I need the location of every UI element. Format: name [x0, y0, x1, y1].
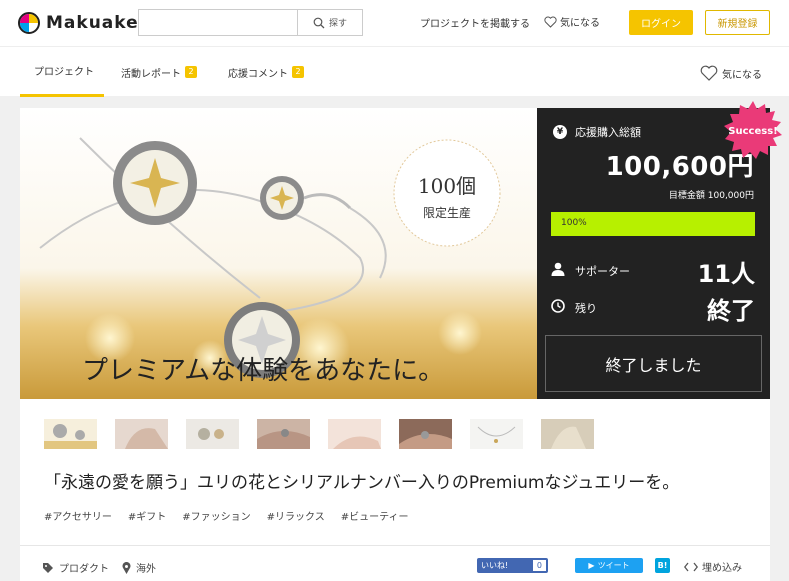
tag-link[interactable]: #アクセサリー — [44, 508, 112, 523]
thumbnail[interactable] — [328, 419, 381, 449]
header-favorites-link[interactable]: 気になる — [544, 14, 600, 29]
heart-icon — [700, 65, 718, 81]
tabs-favorite-label: 気になる — [722, 69, 762, 81]
logo-mark-icon — [18, 12, 40, 34]
remaining-label: 残り — [575, 302, 597, 315]
progress-bar: 100% — [551, 212, 755, 236]
tweet-label: ツイート — [597, 561, 630, 570]
project-tabs: プロジェクト 活動レポート 2 応援コメント 2 気になる — [0, 46, 789, 97]
thumbnail[interactable] — [44, 419, 97, 449]
tab-activity-report[interactable]: 活動レポート 2 — [121, 47, 197, 97]
hero-jewelry-image: 100個 限定生産 プレミアムな体験をあなたに。 — [20, 108, 537, 399]
fb-like-count: 0 — [532, 560, 546, 571]
heart-icon — [544, 15, 557, 28]
fb-like-label: いいね! — [481, 561, 509, 570]
thumbnail[interactable] — [470, 419, 523, 449]
divider — [20, 545, 770, 546]
hero-image[interactable]: 100個 限定生産 プレミアムな体験をあなたに。 — [20, 108, 537, 399]
site-header: Makuake 探す プロジェクトを掲載する 気になる ログイン 新規登録 — [0, 0, 789, 46]
header-favorites-label: 気になる — [560, 18, 600, 29]
tag-list: #アクセサリー #ギフト #ファッション #リラックス #ビューティー — [44, 508, 425, 523]
hatena-bookmark-button[interactable]: B! — [655, 558, 670, 573]
location-pin-icon — [122, 561, 131, 574]
tag-link[interactable]: #ファッション — [182, 508, 250, 523]
embed-link[interactable]: 埋め込み — [684, 559, 742, 574]
supporters-value: 11人 — [697, 260, 755, 288]
badge-number: 100個 — [418, 174, 476, 198]
search-input[interactable] — [139, 10, 297, 35]
category-label: プロダクト — [59, 564, 109, 575]
remaining-value: 終了 — [707, 297, 755, 325]
supporters-label: サポーター — [575, 265, 630, 278]
post-project-link[interactable]: プロジェクトを掲載する — [420, 15, 530, 30]
twitter-bird-icon: ▶ — [588, 561, 595, 570]
search-button[interactable]: 探す — [297, 10, 362, 35]
tab-count-badge: 2 — [292, 66, 304, 78]
project-ended-button[interactable]: 終了しました — [545, 335, 762, 392]
success-badge-text: Success! — [728, 126, 777, 137]
location-label: 海外 — [136, 564, 156, 575]
logo-text: Makuake — [46, 13, 139, 33]
tag-icon — [43, 562, 53, 573]
badge-text: 限定生産 — [423, 205, 471, 220]
thumbnail-strip — [44, 419, 604, 449]
code-icon — [684, 562, 698, 571]
remaining-row: 残り 終了 — [551, 291, 755, 325]
thumbnail[interactable] — [541, 419, 594, 449]
category-link[interactable]: プロダクト — [42, 560, 109, 575]
thumbnail[interactable] — [186, 419, 239, 449]
search-box: 探す — [138, 9, 363, 36]
thumbnail[interactable] — [115, 419, 168, 449]
thumbnail[interactable] — [399, 419, 452, 449]
tab-project[interactable]: プロジェクト — [20, 47, 104, 97]
project-main: 100個 限定生産 プレミアムな体験をあなたに。 ¥ 応援購入総額 100,60… — [20, 101, 782, 581]
tag-link[interactable]: #ビューティー — [341, 508, 409, 523]
project-title: 「永遠の愛を願う」ユリの花とシリアルナンバー入りのPremiumなジュエリーを。 — [44, 473, 680, 493]
person-icon — [551, 262, 565, 276]
login-button[interactable]: ログイン — [629, 10, 693, 35]
thumbnail[interactable] — [257, 419, 310, 449]
tab-count-badge: 2 — [185, 66, 197, 78]
tag-link[interactable]: #リラックス — [267, 508, 325, 523]
clock-icon — [551, 299, 565, 313]
yen-icon: ¥ — [553, 125, 567, 139]
amount-label: 応援購入総額 — [575, 126, 641, 139]
tab-activity-report-label: 活動レポート — [121, 68, 181, 80]
success-badge: Success! — [724, 101, 782, 159]
search-icon — [313, 17, 325, 28]
signup-button[interactable]: 新規登録 — [705, 10, 770, 35]
tag-link[interactable]: #ギフト — [128, 508, 166, 523]
search-button-label: 探す — [328, 19, 347, 29]
location-link[interactable]: 海外 — [122, 560, 156, 575]
amount-label-row: ¥ 応援購入総額 — [553, 124, 641, 140]
hero-caption: プレミアムな体験をあなたに。 — [82, 356, 444, 386]
facebook-like-button[interactable]: いいね! 0 — [477, 558, 548, 573]
supporters-row: サポーター 11人 — [551, 254, 755, 288]
tab-support-comments-label: 応援コメント — [228, 68, 288, 80]
tweet-button[interactable]: ▶ ツイート — [575, 558, 643, 573]
tabs-favorite-button[interactable]: 気になる — [700, 65, 762, 81]
embed-label: 埋め込み — [702, 563, 742, 574]
goal-text: 目標金額 100,000円 — [668, 191, 754, 201]
makuake-logo[interactable]: Makuake — [18, 12, 139, 34]
tab-project-label: プロジェクト — [34, 67, 94, 78]
progress-label: 100% — [561, 218, 587, 228]
tab-support-comments[interactable]: 応援コメント 2 — [228, 47, 304, 97]
